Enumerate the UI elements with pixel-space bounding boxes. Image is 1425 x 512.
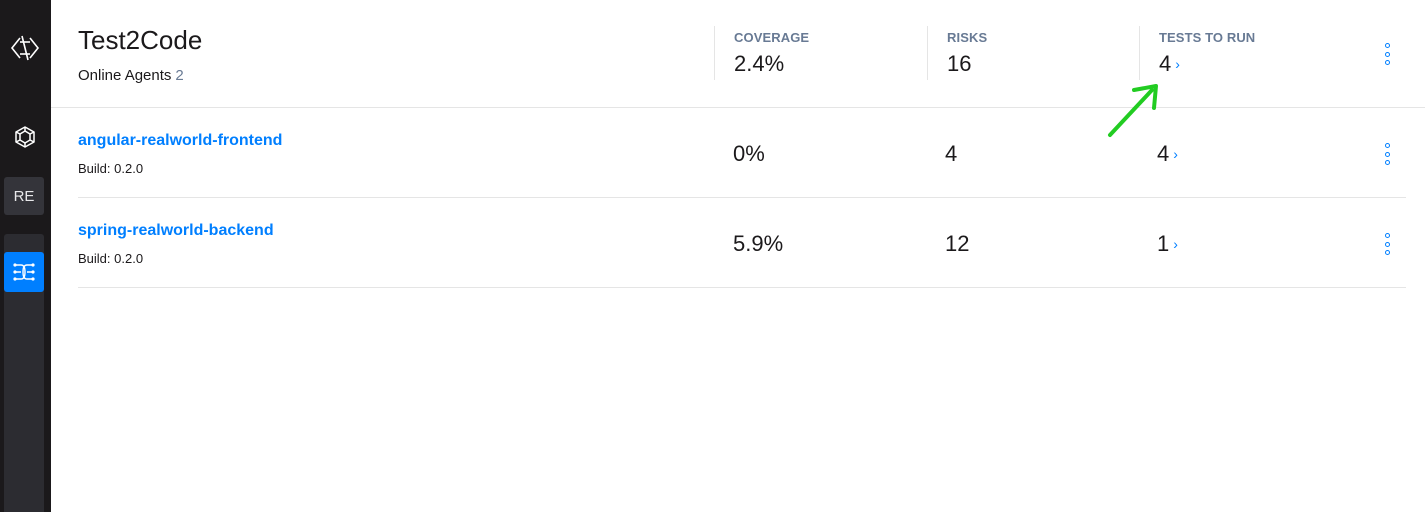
agent-build: Build: 0.2.0 bbox=[78, 161, 144, 176]
tests-to-run-stat: TESTS TO RUN 4 › bbox=[1139, 26, 1359, 80]
risks-value: 16 bbox=[947, 51, 972, 76]
online-agents-count: 2 bbox=[175, 67, 184, 84]
header-menu-icon[interactable] bbox=[1381, 43, 1393, 65]
risks-label: RISKS bbox=[947, 30, 988, 45]
chevron-right-icon: › bbox=[1175, 56, 1180, 73]
chevron-right-icon: › bbox=[1173, 236, 1178, 253]
test2code-plugin-button[interactable] bbox=[4, 252, 44, 292]
row-menu-icon[interactable] bbox=[1381, 143, 1393, 165]
table-row: spring-realworld-backend Build: 0.2.0 5.… bbox=[78, 198, 1406, 288]
online-agents-label: Online Agents bbox=[78, 67, 172, 84]
agent-tests-to-run: 1 bbox=[1157, 231, 1170, 256]
agents-table: angular-realworld-frontend Build: 0.2.0 … bbox=[78, 108, 1406, 288]
agent-name-link[interactable]: spring-realworld-backend bbox=[78, 222, 274, 240]
risks-stat: RISKS 16 bbox=[927, 26, 1139, 80]
tests-to-run-value: 4 bbox=[1159, 51, 1172, 76]
plugin-header: Test2Code Online Agents 2 COVERAGE 2.4% R… bbox=[51, 0, 1425, 108]
test2code-plugin-icon bbox=[13, 263, 35, 281]
row-menu-icon[interactable] bbox=[1381, 233, 1393, 255]
tests-to-run-label: TESTS TO RUN bbox=[1159, 30, 1256, 45]
agent-risks: 4 bbox=[945, 141, 958, 166]
tests-to-run-link[interactable]: 4 › bbox=[1159, 51, 1359, 77]
sidebar: RE bbox=[0, 0, 51, 512]
page-title: Test2Code bbox=[78, 25, 203, 55]
agent-tests-to-run: 4 bbox=[1157, 141, 1170, 166]
annotation-arrow-icon bbox=[1108, 84, 1158, 137]
agent-tests-to-run-link[interactable]: 1 › bbox=[1157, 231, 1178, 257]
agent-name-link[interactable]: angular-realworld-frontend bbox=[78, 132, 282, 150]
table-row: angular-realworld-frontend Build: 0.2.0 … bbox=[78, 108, 1406, 198]
agent-coverage: 0% bbox=[733, 141, 765, 166]
online-agents: Online Agents 2 bbox=[78, 67, 184, 84]
coverage-label: COVERAGE bbox=[734, 30, 810, 45]
logo-icon[interactable] bbox=[8, 30, 42, 66]
coverage-value: 2.4% bbox=[734, 51, 785, 76]
agent-coverage: 5.9% bbox=[733, 231, 784, 256]
agent-risks: 12 bbox=[945, 231, 970, 256]
app-window: RE Test2Code Online Agents 2 COVERAGE 2.… bbox=[0, 0, 1425, 512]
coverage-stat: COVERAGE 2.4% bbox=[714, 26, 927, 80]
agents-cube-icon[interactable] bbox=[8, 120, 42, 154]
chevron-right-icon: › bbox=[1173, 146, 1178, 163]
agent-tests-to-run-link[interactable]: 4 › bbox=[1157, 141, 1178, 167]
agent-build: Build: 0.2.0 bbox=[78, 251, 144, 266]
agent-re-button[interactable]: RE bbox=[4, 177, 44, 215]
